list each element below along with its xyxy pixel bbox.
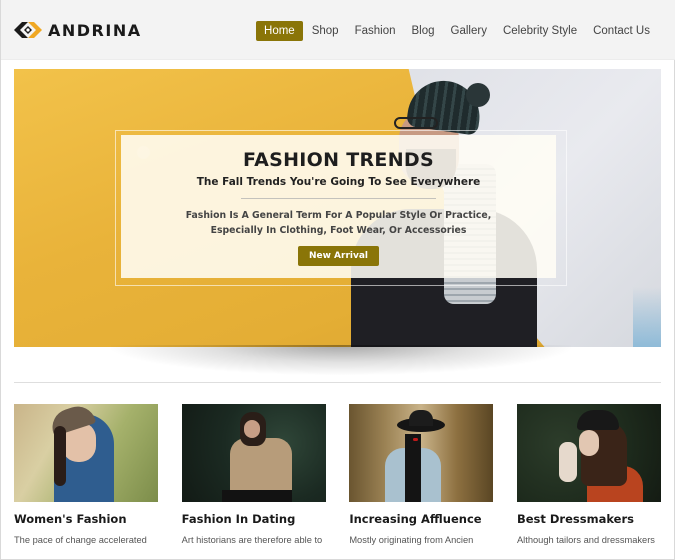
figure-hat-crown [409, 410, 434, 426]
hero-subtitle: The Fall Trends You're Going To See Ever… [196, 176, 481, 188]
figure-face [578, 430, 599, 456]
nav-item-blog[interactable]: Blog [405, 21, 442, 41]
card-best-dressmakers[interactable]: Best Dressmakers Although tailors and dr… [516, 404, 661, 545]
hero-card: FASHION TRENDS The Fall Trends You're Go… [121, 135, 556, 278]
card-text: Although tailors and dressmakers [516, 535, 655, 545]
card-fashion-in-dating[interactable]: Fashion In Dating Art historians are the… [181, 404, 326, 545]
brand-logo[interactable]: ANDRINA [14, 20, 142, 40]
nav-item-gallery[interactable]: Gallery [444, 21, 494, 41]
figure-hair [405, 434, 422, 502]
figure-face [243, 420, 260, 438]
card-image[interactable] [516, 404, 661, 502]
figure-legs [221, 490, 292, 502]
card-title[interactable]: Best Dressmakers [517, 512, 661, 526]
nav-item-fashion[interactable]: Fashion [348, 21, 403, 41]
nav-item-celebrity-style[interactable]: Celebrity Style [496, 21, 584, 41]
card-image[interactable] [181, 404, 326, 502]
page-frame: ANDRINA Home Shop Fashion Blog Gallery C… [0, 0, 675, 560]
hero-description: Fashion Is A General Term For A Popular … [185, 210, 492, 236]
new-arrival-button[interactable]: New Arrival [297, 246, 380, 266]
person-beanie-pom [466, 83, 490, 107]
nav-item-home[interactable]: Home [256, 21, 303, 41]
site-header: ANDRINA Home Shop Fashion Blog Gallery C… [1, 0, 675, 60]
hero-shadow [111, 345, 571, 375]
hero-title: FASHION TRENDS [243, 149, 434, 171]
card-image[interactable] [349, 404, 494, 502]
hero-divider [241, 198, 436, 199]
figure-gloved-hands [558, 442, 577, 482]
card-image[interactable] [14, 404, 158, 502]
card-text: Art historians are therefore able to [181, 535, 323, 545]
card-text: Mostly originating from Ancien [349, 535, 474, 545]
card-title[interactable]: Increasing Affluence [349, 512, 493, 526]
person-glasses [394, 117, 438, 129]
card-title[interactable]: Fashion In Dating [182, 512, 326, 526]
feature-cards: Women's Fashion The pace of change accel… [14, 404, 661, 545]
diamond-arrows-logo-icon [14, 20, 42, 40]
hero-banner: FASHION TRENDS The Fall Trends You're Go… [14, 69, 661, 347]
card-title[interactable]: Women's Fashion [14, 512, 158, 526]
figure-lips [413, 438, 419, 441]
nav-item-contact-us[interactable]: Contact Us [586, 21, 657, 41]
card-text: The pace of change accelerated [14, 535, 147, 545]
hero-wall-blue-patch [633, 287, 661, 347]
figure-hair [54, 426, 66, 486]
section-divider [14, 382, 661, 383]
nav-item-shop[interactable]: Shop [305, 21, 346, 41]
main-nav: Home Shop Fashion Blog Gallery Celebrity… [254, 21, 657, 41]
card-womens-fashion[interactable]: Women's Fashion The pace of change accel… [14, 404, 158, 545]
figure-hat [576, 410, 619, 430]
brand-name: ANDRINA [48, 20, 142, 40]
card-increasing-affluence[interactable]: Increasing Affluence Mostly originating … [349, 404, 494, 545]
